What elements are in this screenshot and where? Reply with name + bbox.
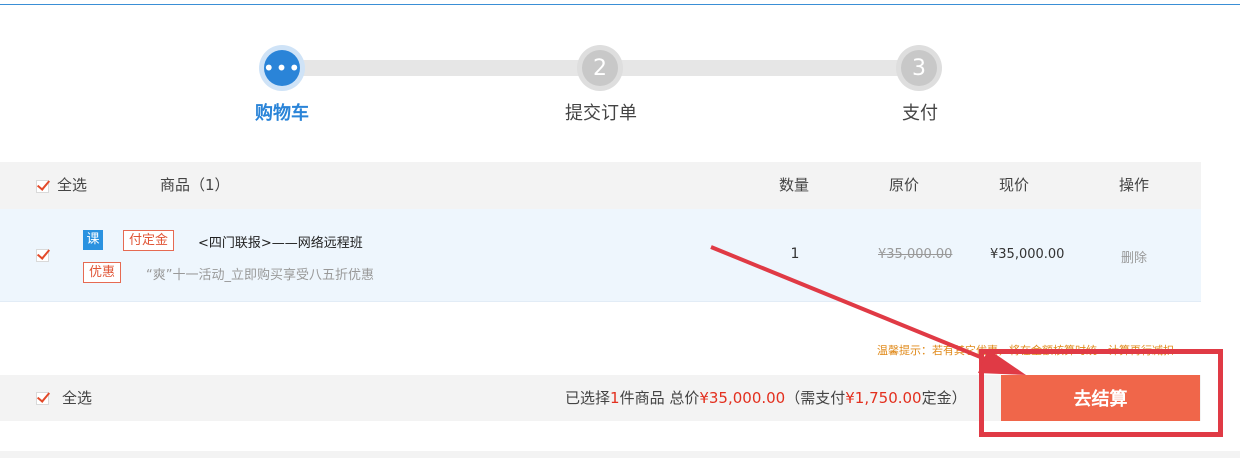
bottom-divider: [0, 451, 1240, 458]
annotation-arrow-icon: [710, 245, 1026, 375]
